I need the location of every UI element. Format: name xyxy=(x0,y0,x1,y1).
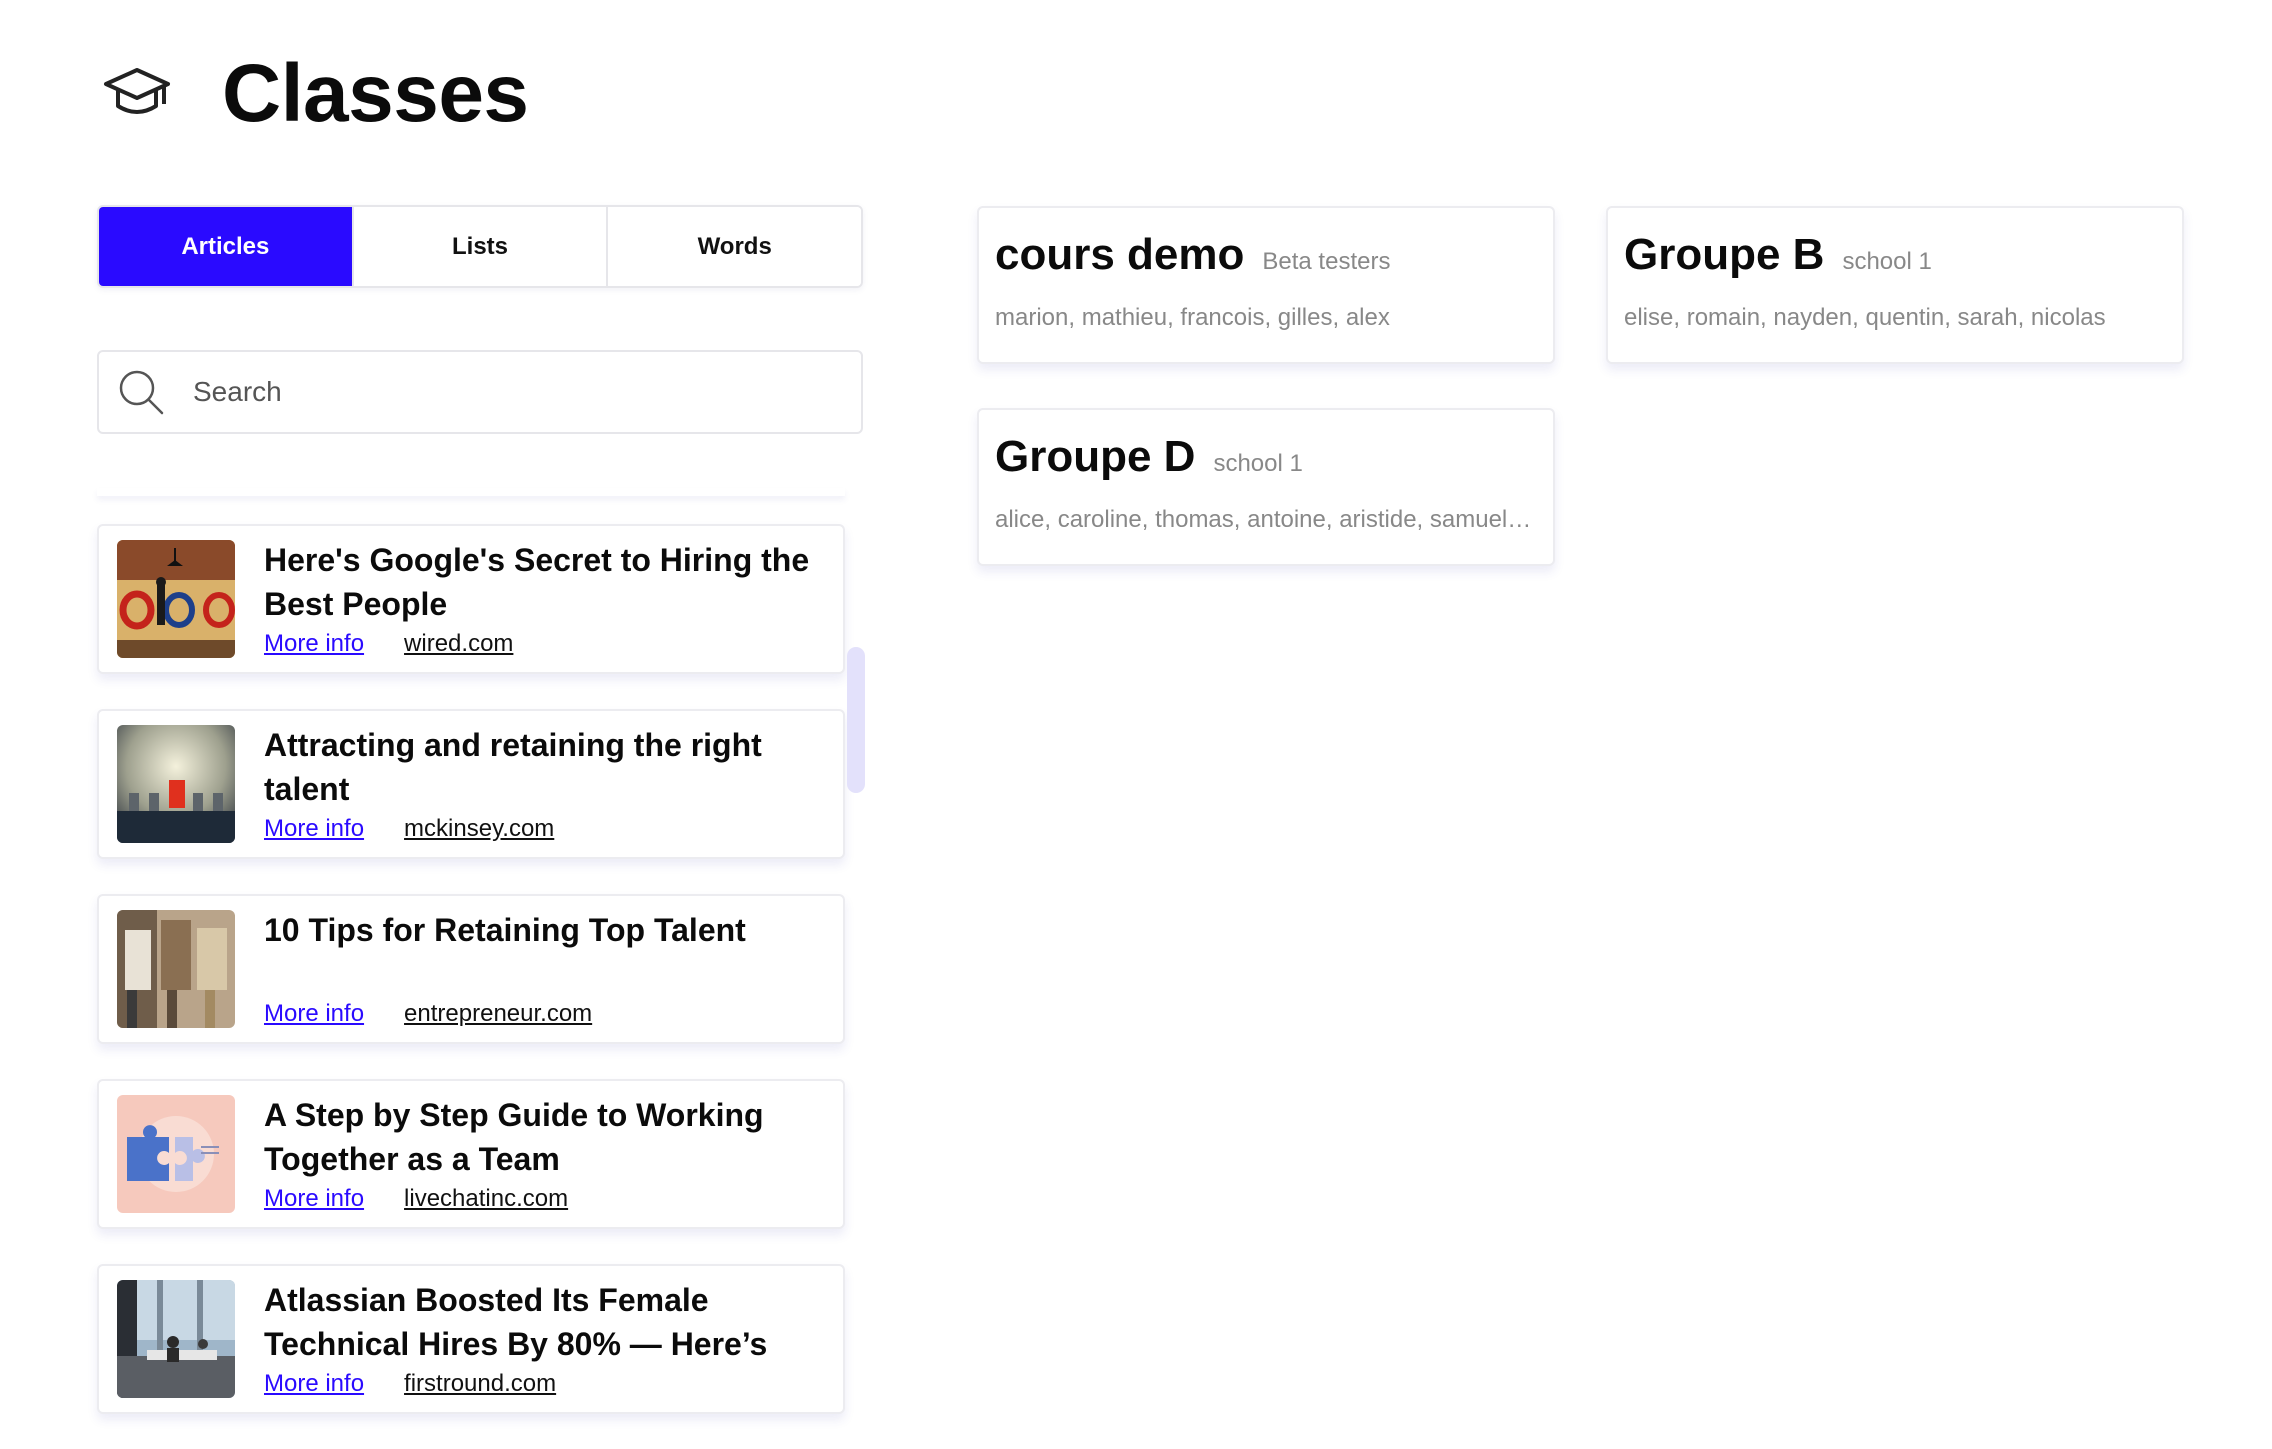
more-info-link[interactable]: More info xyxy=(264,1370,364,1398)
graduation-cap-icon xyxy=(97,54,177,134)
search-input[interactable] xyxy=(191,375,791,409)
article-title: 10 Tips for Retaining Top Talent xyxy=(264,912,746,948)
class-members: marion, mathieu, francois, gilles, alex xyxy=(995,304,1390,331)
article-thumbnail xyxy=(117,725,235,843)
article-card[interactable]: 10 Tips for Retaining Top Talent More in… xyxy=(97,894,845,1044)
article-thumbnail xyxy=(117,540,235,658)
class-name: Groupe D xyxy=(995,432,1196,481)
class-heading: Groupe B school 1 xyxy=(1624,230,1932,280)
class-heading: cours demo Beta testers xyxy=(995,230,1390,280)
class-card[interactable]: cours demo Beta testers marion, mathieu,… xyxy=(977,206,1555,364)
tab-lists[interactable]: Lists xyxy=(353,207,609,286)
list-top-divider xyxy=(97,488,845,496)
class-school: school 1 xyxy=(1213,450,1303,477)
article-card[interactable]: A Step by Step Guide to Working Together… xyxy=(97,1079,845,1229)
article-links: More info livechatinc.com xyxy=(264,1185,568,1213)
source-link[interactable]: wired.com xyxy=(404,630,513,658)
more-info-link[interactable]: More info xyxy=(264,1185,364,1213)
class-name: cours demo xyxy=(995,230,1245,279)
source-link[interactable]: firstround.com xyxy=(404,1370,556,1398)
article-links: More info wired.com xyxy=(264,630,513,658)
class-school: school 1 xyxy=(1842,248,1932,275)
search-box xyxy=(97,350,863,434)
class-members: alice, caroline, thomas, antoine, aristi… xyxy=(995,506,1532,533)
source-link[interactable]: livechatinc.com xyxy=(404,1185,568,1213)
article-title: Attracting and retaining the right talen… xyxy=(264,727,762,807)
source-link[interactable]: entrepreneur.com xyxy=(404,1000,592,1028)
class-card[interactable]: Groupe B school 1 elise, romain, nayden,… xyxy=(1606,206,2184,364)
article-thumbnail xyxy=(117,910,235,1028)
article-thumbnail xyxy=(117,1280,235,1398)
more-info-link[interactable]: More info xyxy=(264,1000,364,1028)
class-members: elise, romain, nayden, quentin, sarah, n… xyxy=(1624,304,2106,331)
article-links: More info entrepreneur.com xyxy=(264,1000,592,1028)
class-name: Groupe B xyxy=(1624,230,1825,279)
article-thumbnail xyxy=(117,1095,235,1213)
more-info-link[interactable]: More info xyxy=(264,630,364,658)
article-links: More info mckinsey.com xyxy=(264,815,554,843)
class-heading: Groupe D school 1 xyxy=(995,432,1303,482)
content-tabs: Articles Lists Words xyxy=(97,205,863,288)
article-links: More info firstround.com xyxy=(264,1370,556,1398)
article-list: Here's Google's Secret to Hiring the Bes… xyxy=(97,524,845,1449)
article-title: Atlassian Boosted Its Female Technical H… xyxy=(264,1282,768,1362)
tab-articles[interactable]: Articles xyxy=(99,207,354,286)
article-card[interactable]: Atlassian Boosted Its Female Technical H… xyxy=(97,1264,845,1414)
tab-words[interactable]: Words xyxy=(608,207,861,286)
class-card[interactable]: Groupe D school 1 alice, caroline, thoma… xyxy=(977,408,1555,566)
more-info-link[interactable]: More info xyxy=(264,815,364,843)
page-header: Classes xyxy=(97,44,529,144)
article-card[interactable]: Here's Google's Secret to Hiring the Bes… xyxy=(97,524,845,674)
article-title: A Step by Step Guide to Working Together… xyxy=(264,1097,764,1177)
article-list-scrollbar[interactable] xyxy=(847,647,865,793)
page-title: Classes xyxy=(222,48,529,139)
source-link[interactable]: mckinsey.com xyxy=(404,815,554,843)
article-card[interactable]: Attracting and retaining the right talen… xyxy=(97,709,845,859)
article-title: Here's Google's Secret to Hiring the Bes… xyxy=(264,542,810,622)
class-school: Beta testers xyxy=(1262,248,1391,275)
search-icon xyxy=(119,370,164,415)
